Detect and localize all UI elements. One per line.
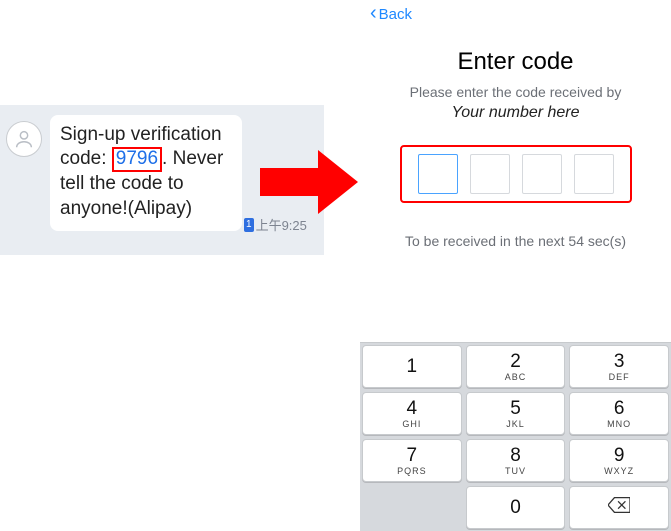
chevron-left-icon: ‹ — [370, 6, 377, 21]
page-title: Enter code — [360, 48, 671, 76]
avatar-icon — [6, 121, 42, 157]
keypad-4[interactable]: 4GHI — [362, 392, 462, 435]
keypad-2[interactable]: 2ABC — [466, 345, 566, 388]
code-digit-2[interactable] — [470, 154, 510, 194]
keypad-1[interactable]: 1 — [362, 345, 462, 388]
subtitle: Please enter the code received by — [360, 84, 671, 100]
keypad-7[interactable]: 7PQRS — [362, 439, 462, 482]
keypad-delete[interactable] — [569, 486, 669, 529]
keypad-blank — [362, 486, 462, 529]
arrow-icon — [260, 150, 360, 214]
sms-bubble: Sign-up verification code: 9796. Never t… — [50, 115, 242, 231]
back-label: Back — [379, 6, 412, 23]
sms-time-text: 上午9:25 — [256, 215, 307, 234]
code-input-group — [400, 145, 632, 203]
keypad-0[interactable]: 0 — [466, 486, 566, 529]
code-digit-1[interactable] — [418, 154, 458, 194]
verification-code: 9796 — [112, 147, 162, 172]
keypad-5[interactable]: 5JKL — [466, 392, 566, 435]
sms-timestamp: 1 上午9:25 — [244, 215, 307, 234]
recipient-number: Your number here — [360, 104, 671, 122]
keypad-8[interactable]: 8TUV — [466, 439, 566, 482]
keypad-6[interactable]: 6MNO — [569, 392, 669, 435]
code-digit-4[interactable] — [574, 154, 614, 194]
backspace-icon — [608, 497, 630, 518]
code-digit-3[interactable] — [522, 154, 562, 194]
keypad-3[interactable]: 3DEF — [569, 345, 669, 388]
countdown-text: To be received in the next 54 sec(s) — [360, 233, 671, 249]
numeric-keypad: 1 2ABC 3DEF 4GHI 5JKL 6MNO 7PQRS 8TUV 9W… — [360, 342, 671, 531]
back-button[interactable]: ‹ Back — [370, 6, 412, 23]
keypad-9[interactable]: 9WXYZ — [569, 439, 669, 482]
sim-badge: 1 — [244, 218, 254, 232]
code-entry-screen: ‹ Back Enter code Please enter the code … — [360, 0, 671, 531]
